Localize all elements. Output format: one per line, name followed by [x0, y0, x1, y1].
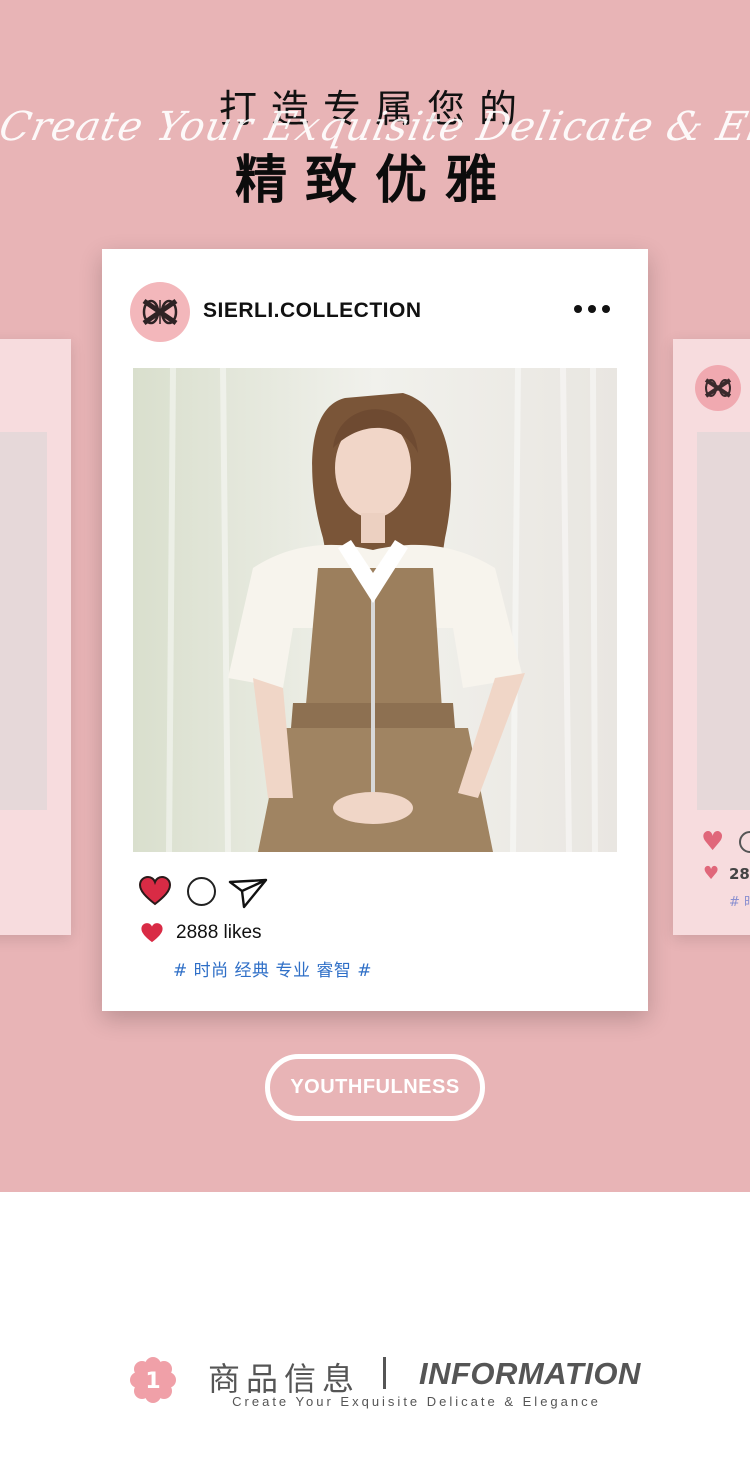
brand-logo-icon[interactable]: [130, 282, 190, 342]
side-card-right-image: [697, 432, 750, 810]
section-title-en: INFORMATION: [419, 1356, 641, 1391]
likes-count[interactable]: 2888 likes: [176, 922, 262, 944]
account-handle[interactable]: SIERLI.COLLECTION: [203, 299, 422, 323]
model-illustration: [133, 368, 617, 852]
side-card-right[interactable]: ♥ ♥ 28 # 时: [673, 339, 750, 935]
side-likes-text: 28: [729, 865, 750, 883]
brand-logo-icon: [695, 365, 741, 411]
heart-icon: ♥: [701, 827, 725, 857]
post-card: SIERLI.COLLECTION 2888 likes # 时尚 经典 专业 …: [102, 249, 648, 1011]
side-tags-text: # 时: [729, 895, 750, 910]
section-subtitle: Create Your Exquisite Delicate & Eleganc…: [232, 1394, 601, 1409]
comment-icon[interactable]: [187, 877, 216, 906]
heart-icon: [141, 923, 163, 943]
post-tags[interactable]: # 时尚 经典 专业 睿智 #: [173, 956, 372, 981]
section-divider: [383, 1357, 386, 1389]
youthfulness-label: YOUTHFULNESS: [290, 1076, 460, 1098]
youthfulness-badge[interactable]: YOUTHFULNESS: [265, 1054, 485, 1121]
section-number: 1: [145, 1369, 160, 1394]
side-card-left[interactable]: [0, 339, 71, 935]
hero-banner: 打造专属您的 Create Your Exquisite Delicate & …: [0, 0, 750, 1192]
send-icon[interactable]: [228, 877, 268, 909]
post-photo[interactable]: [133, 368, 617, 852]
hero-title-main: 精致优雅: [234, 151, 515, 211]
comment-icon: [739, 831, 750, 853]
more-icon[interactable]: [574, 305, 610, 313]
side-card-left-image: [0, 432, 47, 810]
heart-icon: ♥: [703, 863, 720, 884]
heart-icon[interactable]: [138, 876, 172, 906]
